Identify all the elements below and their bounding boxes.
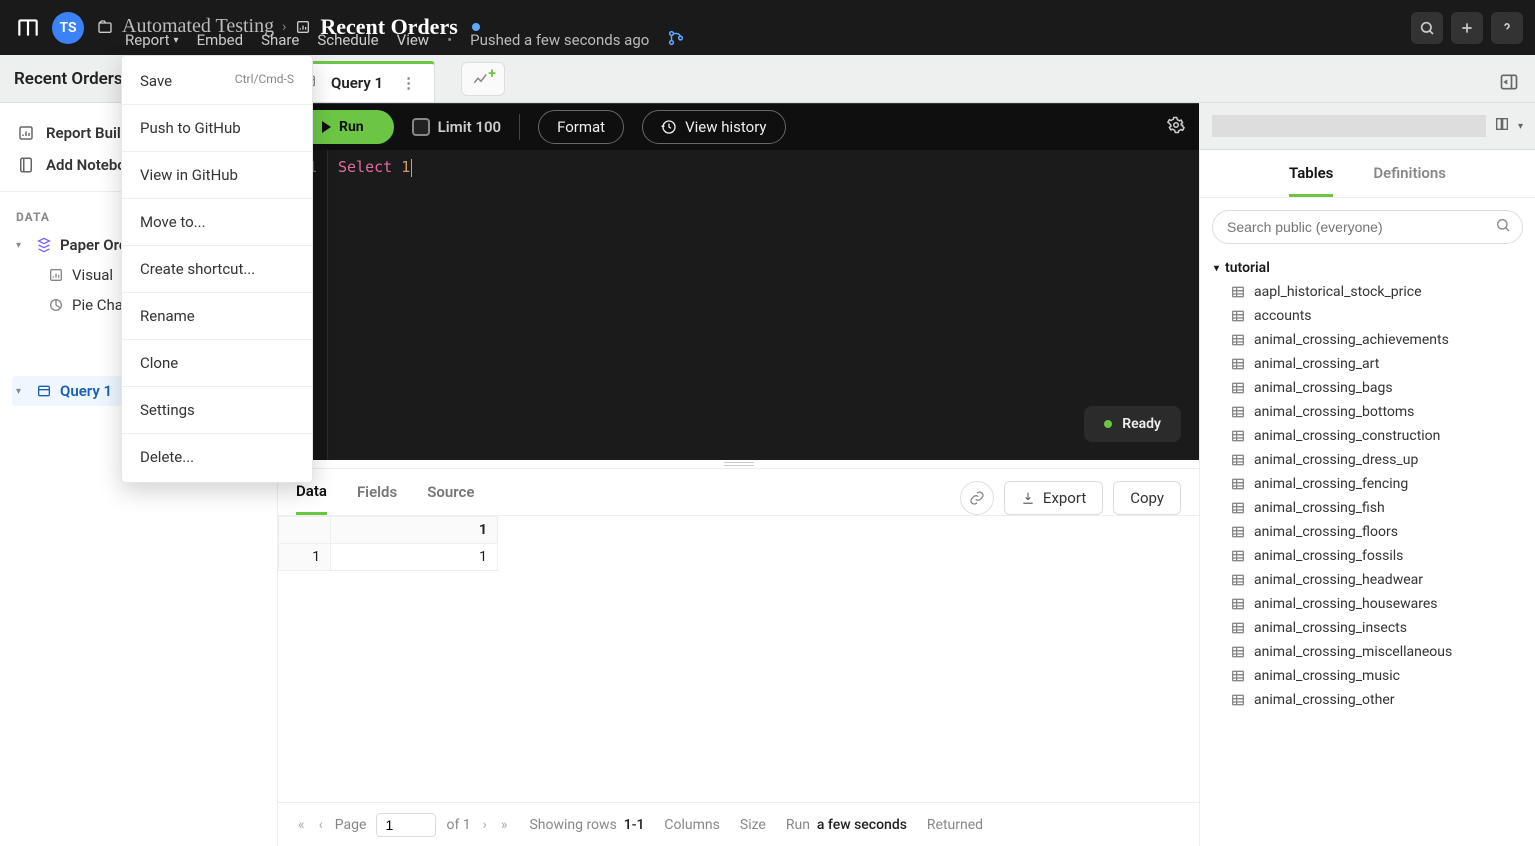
schema-table[interactable]: animal_crossing_music [1208, 664, 1531, 688]
schema-table[interactable]: aapl_historical_stock_price [1208, 280, 1531, 304]
dd-move[interactable]: Move to... [122, 203, 312, 241]
sql-editor[interactable]: 1 Select 1 Ready [278, 150, 1199, 460]
view-history-button[interactable]: View history [642, 110, 785, 144]
add-button[interactable] [1451, 12, 1483, 44]
tab-query1-menu[interactable]: ⋮ [397, 74, 420, 92]
format-button[interactable]: Format [538, 110, 624, 144]
connection-selector[interactable] [1212, 115, 1486, 137]
git-tree-icon[interactable] [667, 29, 685, 51]
schema-table[interactable]: animal_crossing_bags [1208, 376, 1531, 400]
menu-separator: • [447, 31, 452, 49]
limit-toggle[interactable]: Limit 100 [412, 118, 501, 136]
results-tab-data[interactable]: Data [296, 482, 327, 515]
help-button[interactable] [1491, 12, 1523, 44]
link-icon [969, 490, 985, 506]
dd-rename[interactable]: Rename [122, 297, 312, 335]
schema-tab-tables[interactable]: Tables [1289, 164, 1333, 197]
pager-first[interactable]: « [296, 817, 307, 833]
grid-col-header[interactable]: 1 [331, 517, 498, 544]
schema-table[interactable]: animal_crossing_bottoms [1208, 400, 1531, 424]
sql-keyword: Select [338, 158, 392, 176]
dd-view-github[interactable]: View in GitHub [122, 156, 312, 194]
page-input[interactable] [376, 813, 436, 837]
export-button[interactable]: Export [1004, 481, 1103, 515]
layout-icon[interactable] [1494, 116, 1510, 136]
tab-query1-label: Query 1 [331, 74, 383, 92]
sql-literal: 1 [401, 158, 410, 176]
dd-push-github[interactable]: Push to GitHub [122, 109, 312, 147]
menu-report[interactable]: Report▾ [125, 31, 179, 49]
status-columns: Columns [664, 817, 719, 833]
schema-table[interactable]: accounts [1208, 304, 1531, 328]
results-tab-fields[interactable]: Fields [357, 483, 397, 513]
status-size: Size [740, 817, 766, 833]
toggle-right-panel[interactable] [1495, 68, 1523, 96]
dataset-icon [34, 235, 54, 255]
menu-schedule[interactable]: Schedule [317, 31, 378, 49]
add-chart-button[interactable]: + [461, 62, 505, 96]
schema-table[interactable]: animal_crossing_insects [1208, 616, 1531, 640]
schema-table[interactable]: animal_crossing_floors [1208, 520, 1531, 544]
pie-icon [46, 295, 66, 315]
chart-icon [46, 265, 66, 285]
caret-icon: ▾ [16, 386, 28, 397]
schema-table[interactable]: animal_crossing_fossils [1208, 544, 1531, 568]
dd-delete[interactable]: Delete... [122, 438, 312, 476]
copy-link-button[interactable] [960, 481, 994, 515]
page-title: Recent Orders [14, 69, 123, 89]
layout-caret[interactable]: ▾ [1518, 121, 1523, 132]
report-dropdown: SaveCtrl/Cmd-S Push to GitHub View in Gi… [121, 55, 313, 483]
schema-table[interactable]: animal_crossing_fish [1208, 496, 1531, 520]
download-icon [1021, 491, 1035, 505]
query-icon [34, 381, 54, 401]
search-button[interactable] [1411, 12, 1443, 44]
pager-last[interactable]: » [499, 817, 510, 833]
caret-icon: ▾ [16, 240, 28, 251]
editor-settings-button[interactable] [1167, 116, 1185, 138]
dd-settings[interactable]: Settings [122, 391, 312, 429]
ready-badge: Ready [1084, 406, 1181, 442]
schema-table[interactable]: animal_crossing_other [1208, 688, 1531, 712]
status-dot-icon [1104, 420, 1112, 428]
limit-checkbox[interactable] [412, 118, 430, 136]
report-builder-icon [16, 123, 36, 143]
push-status: Pushed a few seconds ago [470, 31, 649, 49]
user-avatar[interactable]: TS [52, 12, 84, 44]
schema-table[interactable]: animal_crossing_achievements [1208, 328, 1531, 352]
dd-clone[interactable]: Clone [122, 344, 312, 382]
resize-handle[interactable] [724, 462, 754, 466]
schema-tab-definitions[interactable]: Definitions [1373, 164, 1446, 197]
schema-table[interactable]: animal_crossing_housewares [1208, 592, 1531, 616]
play-icon [322, 121, 331, 133]
schema-table[interactable]: animal_crossing_dress_up [1208, 448, 1531, 472]
copy-button[interactable]: Copy [1113, 481, 1181, 515]
app-logo[interactable] [12, 12, 44, 44]
schema-table[interactable]: animal_crossing_construction [1208, 424, 1531, 448]
results-grid[interactable]: 1 11 [278, 515, 1199, 571]
grid-corner [279, 517, 331, 544]
status-returned: Returned [927, 817, 983, 833]
schema-table[interactable]: animal_crossing_miscellaneous [1208, 640, 1531, 664]
gear-icon [1167, 116, 1185, 134]
status-bar: « ‹ Page of 1 › » Showing rows 1-1 Colum… [278, 802, 1199, 846]
menu-embed[interactable]: Embed [197, 31, 244, 49]
dd-shortcut[interactable]: Create shortcut... [122, 250, 312, 288]
notebook-icon [16, 155, 36, 175]
search-icon [1495, 217, 1511, 237]
pager-next[interactable]: › [481, 817, 489, 833]
menu-share[interactable]: Share [261, 31, 299, 49]
schema-group-tutorial[interactable]: ▾tutorial [1208, 256, 1531, 280]
grid-cell[interactable]: 1 [331, 544, 498, 571]
folder-icon [96, 18, 114, 36]
grid-row-header[interactable]: 1 [279, 544, 331, 571]
pager-prev[interactable]: ‹ [317, 817, 325, 833]
menu-view[interactable]: View [397, 31, 429, 49]
results-tab-source[interactable]: Source [427, 483, 474, 513]
dd-save[interactable]: SaveCtrl/Cmd-S [122, 62, 312, 100]
schema-search-input[interactable] [1212, 210, 1523, 244]
schema-table[interactable]: animal_crossing_headwear [1208, 568, 1531, 592]
history-icon [661, 119, 677, 135]
schema-table[interactable]: animal_crossing_fencing [1208, 472, 1531, 496]
schema-table[interactable]: animal_crossing_art [1208, 352, 1531, 376]
